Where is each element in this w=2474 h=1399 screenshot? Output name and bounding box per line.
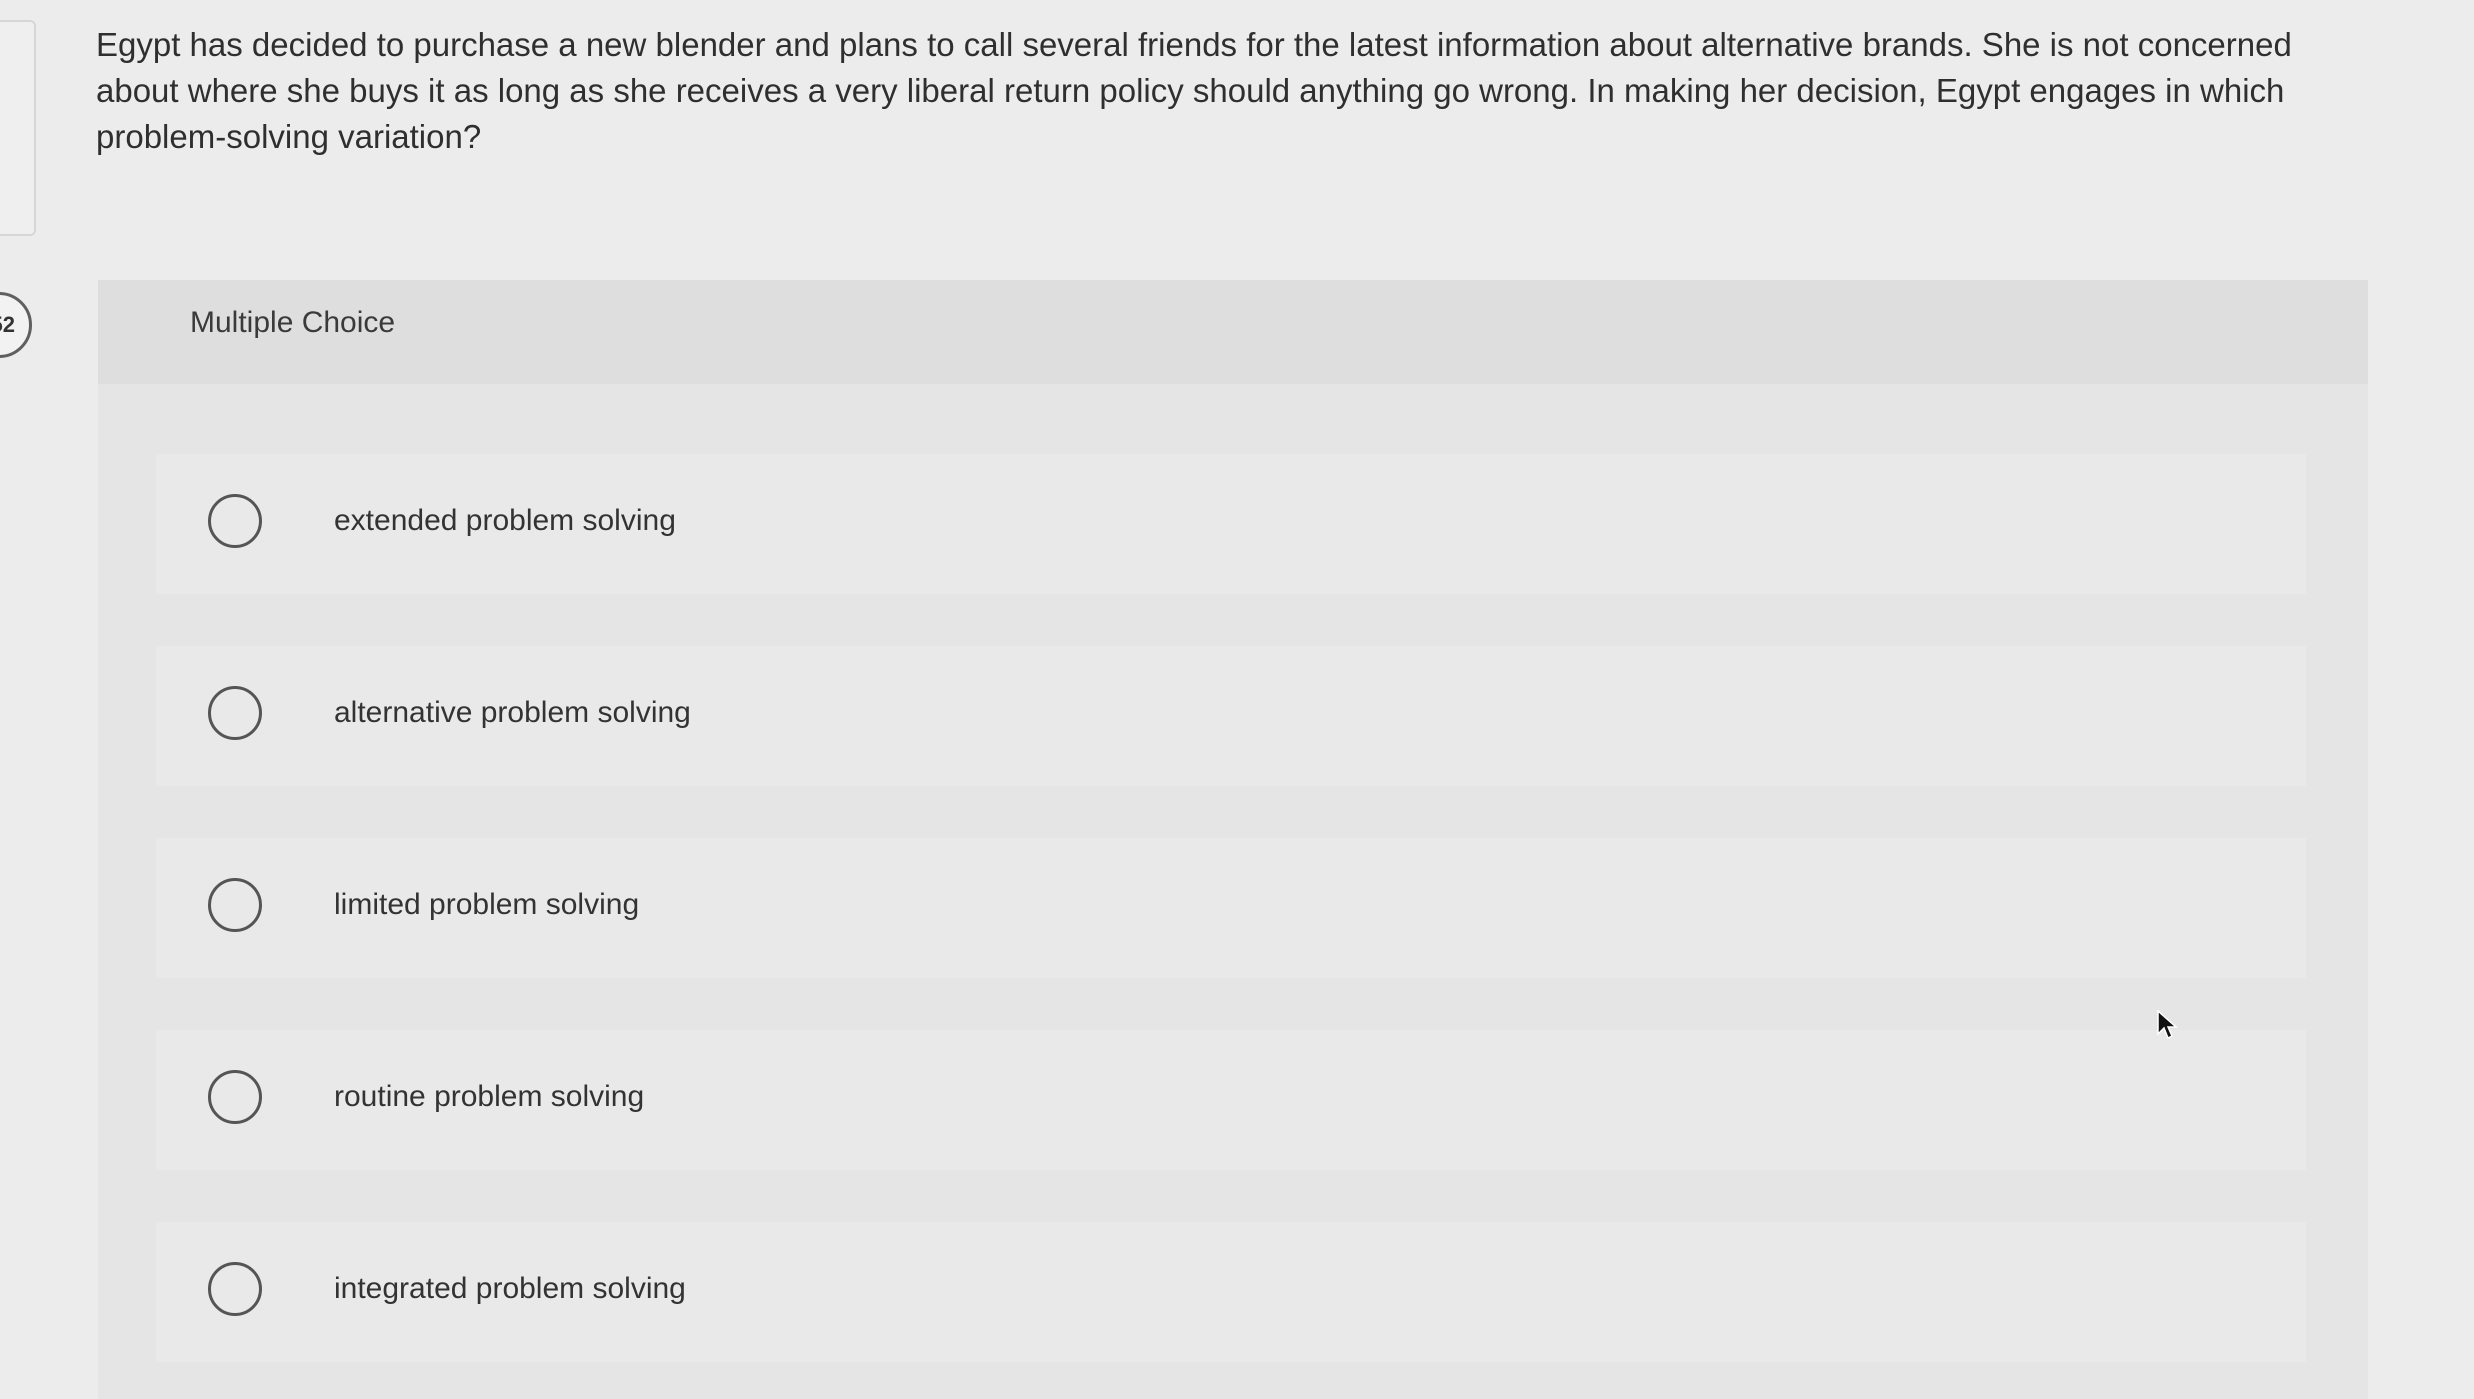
mouse-pointer-icon	[2157, 1010, 2178, 1040]
radio-unselected-icon[interactable]	[208, 686, 262, 740]
choice-option-1[interactable]: extended problem solving	[156, 454, 2306, 594]
choice-label: extended problem solving	[334, 504, 676, 537]
choice-option-3[interactable]: limited problem solving	[156, 838, 2306, 978]
question-type-label: Multiple Choice	[190, 306, 396, 339]
question-number-badge: 52	[0, 292, 32, 358]
question-text: Egypt has decided to purchase a new blen…	[96, 26, 2292, 155]
choice-option-4[interactable]: routine problem solving	[156, 1030, 2306, 1170]
answer-panel: Multiple Choice extended problem solving…	[98, 280, 2368, 1399]
left-sidebar-edge	[0, 20, 36, 236]
choice-label: integrated problem solving	[334, 1272, 686, 1305]
radio-unselected-icon[interactable]	[208, 878, 262, 932]
panel-header: Multiple Choice	[98, 280, 2368, 384]
choice-option-5[interactable]: integrated problem solving	[156, 1222, 2306, 1362]
radio-unselected-icon[interactable]	[208, 1262, 262, 1316]
radio-unselected-icon[interactable]	[208, 1070, 262, 1124]
radio-unselected-icon[interactable]	[208, 494, 262, 548]
choice-label: routine problem solving	[334, 1080, 645, 1113]
choice-label: limited problem solving	[334, 888, 640, 921]
choice-label: alternative problem solving	[334, 696, 691, 729]
choice-option-2[interactable]: alternative problem solving	[156, 646, 2306, 786]
